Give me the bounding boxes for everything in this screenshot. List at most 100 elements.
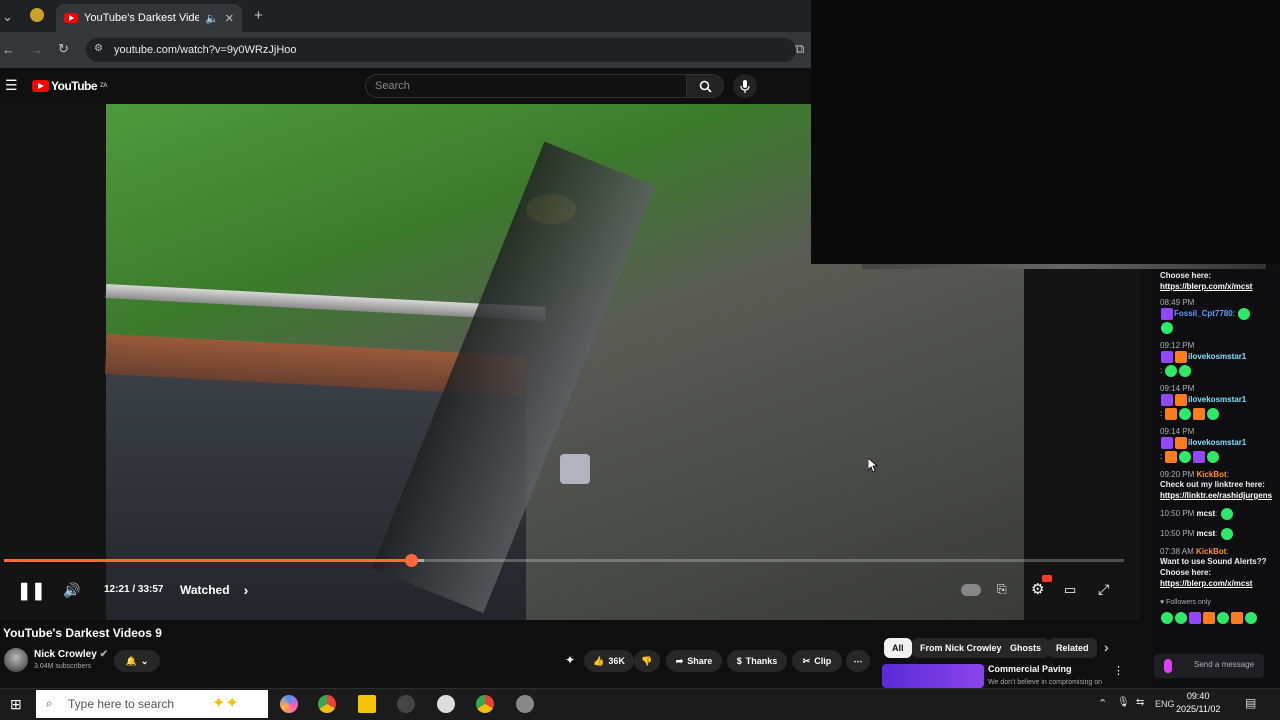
chip-ghosts[interactable]: Ghosts: [1002, 638, 1050, 658]
recommended-description: We don't believe in compromising on: [988, 679, 1103, 686]
chrome-profile-icon[interactable]: [476, 695, 494, 713]
notifications-button[interactable]: 🔔 ⌄: [114, 650, 160, 672]
sparkle-icon: ✦✦: [212, 695, 239, 712]
theater-mode-icon[interactable]: ▭: [1064, 582, 1076, 598]
chat-message-text: Choose here:: [1160, 271, 1212, 280]
url-text: youtube.com/watch?v=9y0WRzJjHoo: [114, 44, 297, 56]
chevron-down-icon: ⌄: [140, 655, 149, 666]
dislike-button[interactable]: 👎: [634, 650, 660, 672]
share-icon: ➦: [675, 655, 684, 666]
recommended-thumbnail[interactable]: [882, 664, 984, 688]
back-icon[interactable]: ←: [2, 42, 15, 57]
clip-button[interactable]: ✂ Clip: [792, 650, 842, 672]
chat-username[interactable]: KickBot: [1196, 547, 1226, 556]
settings-icon[interactable]: ⚙: [1031, 580, 1044, 598]
chat-username[interactable]: ilovekosmstar1: [1188, 395, 1246, 404]
taskbar-search-input[interactable]: ⌕ Type here to search ✦✦: [36, 690, 268, 718]
chapter-label: Watched: [180, 583, 230, 597]
chip-related[interactable]: Related: [1048, 638, 1097, 658]
app-icon[interactable]: [516, 695, 534, 713]
copilot-icon[interactable]: [280, 695, 298, 713]
chat-timestamp: 09:14 PM: [1160, 384, 1195, 393]
time-display: 12:21 / 33:57: [104, 584, 164, 595]
youtube-logo[interactable]: YouTube ZA: [32, 79, 108, 93]
mouse-cursor-icon: [868, 458, 878, 473]
chat-username[interactable]: ilovekosmstar1: [1188, 352, 1246, 361]
chrome-icon[interactable]: [318, 695, 336, 713]
tab-close-icon[interactable]: ✕: [225, 12, 234, 25]
mic-badge-icon: [1164, 659, 1172, 673]
search-button[interactable]: [686, 74, 724, 98]
chat-username[interactable]: ilovekosmstar1: [1188, 438, 1246, 447]
captions-icon[interactable]: ⎘: [997, 582, 1007, 597]
fullscreen-icon[interactable]: ⤢: [1098, 581, 1109, 598]
video-title: YouTube's Darkest Videos 9: [3, 626, 162, 640]
tab-list-icon[interactable]: ⌄: [2, 9, 13, 25]
chat-link[interactable]: https://blerp.com/x/mcst: [1160, 578, 1274, 589]
chat-username[interactable]: KickBot: [1196, 470, 1226, 479]
like-button[interactable]: 👍 36K: [584, 650, 634, 672]
tab-audio-icon[interactable]: 🔈: [205, 12, 219, 25]
tab-title: YouTube's Darkest Videos 9: [84, 12, 200, 24]
chip-from-channel[interactable]: From Nick Crowley: [912, 638, 1010, 658]
volume-icon[interactable]: 🔊: [63, 582, 80, 599]
language-indicator[interactable]: ENG: [1155, 699, 1175, 709]
pinned-tab-icon[interactable]: [30, 8, 44, 22]
hd-badge: [1042, 575, 1052, 582]
share-button[interactable]: ➦ Share: [666, 650, 722, 672]
snipping-tool-icon[interactable]: [437, 695, 455, 713]
chat-username[interactable]: mcst: [1196, 509, 1215, 518]
reload-icon[interactable]: ↻: [58, 41, 69, 57]
chat-link[interactable]: https://linktr.ee/rashidjurgens: [1160, 490, 1274, 501]
more-actions-button[interactable]: ⋯: [846, 650, 870, 672]
chip-all[interactable]: All: [884, 638, 912, 658]
chat-link[interactable]: https://blerp.com/x/mcst: [1160, 281, 1274, 292]
bell-icon: 🔔: [125, 655, 137, 666]
notifications-icon[interactable]: ▤: [1245, 696, 1256, 710]
chat-username[interactable]: mcst: [1196, 529, 1215, 538]
site-info-icon[interactable]: ⚙: [94, 43, 103, 54]
channel-name[interactable]: Nick Crowley ✔: [34, 649, 108, 660]
chevron-right-icon[interactable]: ›: [1104, 639, 1109, 655]
address-bar[interactable]: ⚙ youtube.com/watch?v=9y0WRzJjHoo: [86, 38, 796, 62]
chevron-right-icon: ›: [243, 582, 249, 598]
network-icon[interactable]: ⇆: [1136, 697, 1144, 708]
channel-avatar[interactable]: [4, 648, 28, 672]
menu-icon[interactable]: ☰: [5, 77, 18, 94]
new-tab-button[interactable]: +: [254, 7, 263, 24]
autoplay-toggle[interactable]: [961, 584, 981, 596]
search-placeholder: Search: [375, 80, 410, 92]
youtube-favicon-icon: [64, 13, 78, 23]
voice-search-button[interactable]: [733, 74, 757, 98]
taskbar-search-placeholder: Type here to search: [68, 697, 175, 711]
chat-timestamp: 09:20 PM: [1160, 470, 1195, 479]
install-app-icon[interactable]: ⧉: [795, 41, 804, 57]
search-input[interactable]: Search: [365, 74, 687, 98]
pause-button[interactable]: ❚❚: [17, 581, 46, 601]
chat-message-text: Check out my linktree here:: [1160, 480, 1265, 489]
microphone-icon[interactable]: 🎙: [1117, 697, 1130, 708]
chat-username[interactable]: Fossil_Cpt7780: [1174, 309, 1233, 318]
super-thanks-icon: $: [736, 656, 742, 666]
tray-chevron-icon[interactable]: ⌃: [1098, 697, 1107, 710]
microphone-icon: [740, 79, 750, 93]
progress-played: [4, 559, 412, 562]
chat-timestamp: 07:38 AM: [1160, 547, 1194, 556]
overlay-window: [811, 0, 1280, 264]
recommended-title[interactable]: Commercial Paving: [988, 664, 1072, 674]
windows-start-icon[interactable]: ⊞: [10, 696, 22, 713]
browser-tab-strip: ⌄ YouTube's Darkest Videos 9 🔈 ✕ +: [0, 0, 811, 32]
active-tab[interactable]: YouTube's Darkest Videos 9 🔈 ✕: [56, 4, 242, 32]
app-icon[interactable]: [397, 695, 415, 713]
file-explorer-icon[interactable]: [358, 695, 376, 713]
chat-timestamp: 08:49 PM: [1160, 298, 1195, 307]
system-clock[interactable]: 09:40 2025/11/02: [1176, 690, 1220, 716]
more-vert-icon[interactable]: ⋮: [1113, 664, 1124, 677]
chat-timestamp: 09:14 PM: [1160, 427, 1195, 436]
thanks-button[interactable]: $ Thanks: [727, 650, 787, 672]
chat-input[interactable]: Send a message: [1154, 654, 1264, 678]
chapter-button[interactable]: Watched ›: [180, 578, 248, 602]
ask-icon[interactable]: ✦: [565, 653, 575, 667]
chat-timestamp: 09:12 PM: [1160, 341, 1195, 350]
forward-icon[interactable]: →: [30, 42, 43, 57]
